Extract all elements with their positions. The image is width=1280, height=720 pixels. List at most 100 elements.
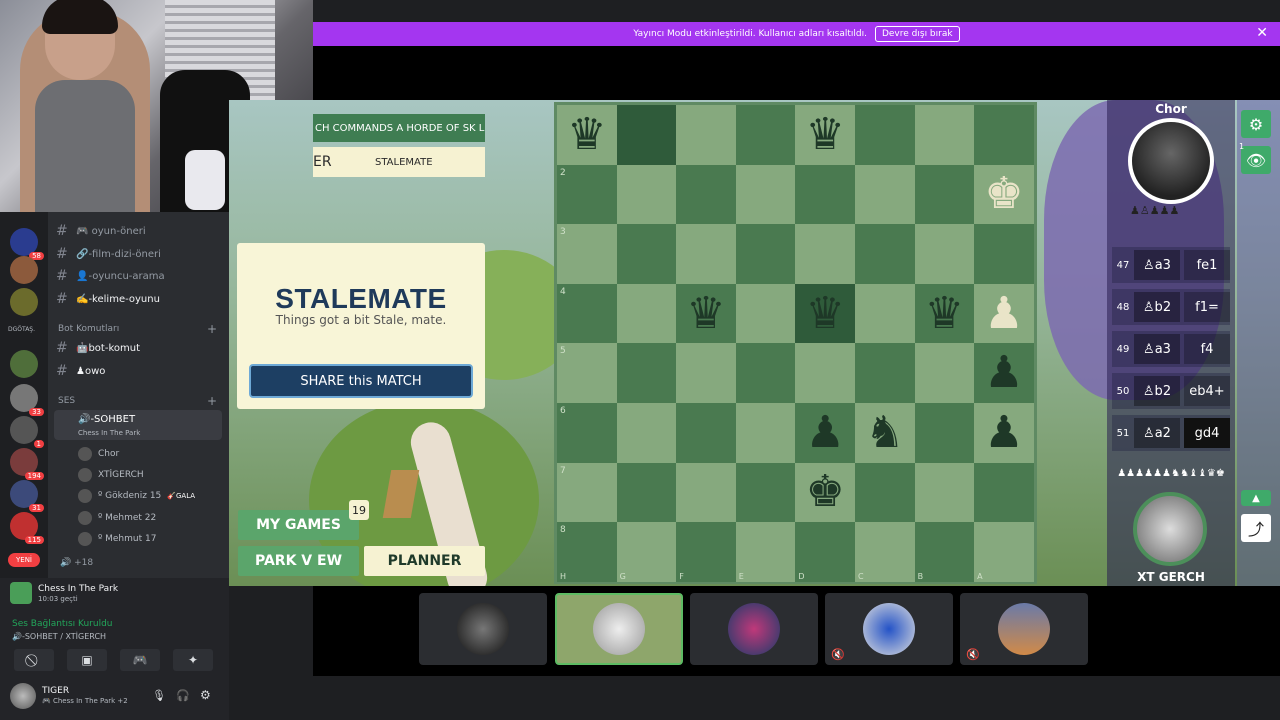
scroll-up-icon[interactable]: ▲ [1241, 490, 1271, 506]
headphones-icon[interactable]: 🎧 [176, 689, 190, 702]
chess-piece[interactable]: ♛ [805, 112, 844, 157]
participant-tile[interactable] [690, 593, 818, 665]
server-icon[interactable] [10, 256, 38, 284]
board-square[interactable] [914, 164, 975, 225]
board-square[interactable]: 5 [557, 343, 617, 403]
microphone-icon[interactable]: 🎙 [152, 689, 166, 702]
park-view-button[interactable]: PARK V EW [238, 546, 359, 576]
user-avatar[interactable] [10, 683, 36, 709]
chess-piece[interactable]: ♟ [984, 291, 1023, 336]
screen-share-icon[interactable]: ▣ [67, 649, 107, 671]
board-square[interactable]: ♟ [974, 343, 1034, 403]
board-square[interactable]: B [914, 522, 975, 582]
chess-piece[interactable]: ♚ [984, 172, 1023, 216]
board-square[interactable] [676, 224, 736, 284]
board-square[interactable] [676, 402, 736, 463]
board-square[interactable]: ♛ [795, 283, 855, 344]
close-icon[interactable]: ✕ [1256, 25, 1268, 41]
connection-status[interactable]: Ses Bağlantısı Kuruldu [12, 619, 112, 629]
board-square[interactable]: D [795, 522, 855, 582]
board-square[interactable]: G [616, 522, 677, 582]
move-row[interactable]: 47 ♙a3 fe1 [1112, 247, 1230, 283]
connected-channel[interactable]: 🔊-SOHBET / XTİGERCH [12, 632, 106, 641]
board-square[interactable]: ♟ [974, 283, 1034, 344]
category-voice[interactable]: SES [58, 396, 75, 406]
more-voice-users[interactable]: 🔊 +18 [60, 558, 93, 568]
board-square[interactable]: ♛ [795, 105, 855, 165]
text-channel[interactable]: # 🤖bot-komut [56, 338, 226, 358]
board-square[interactable]: E [735, 522, 796, 582]
board-square[interactable] [676, 164, 736, 225]
voice-channel-active[interactable]: 🔊-SOHBET Chess In The Park [54, 410, 222, 440]
server-icon[interactable] [10, 288, 38, 316]
gear-icon[interactable]: ⚙ [1241, 110, 1271, 138]
board-square[interactable]: ♞ [854, 402, 915, 463]
board-square[interactable]: C [854, 522, 915, 582]
settings-gear-icon[interactable]: ⚙ [200, 688, 211, 702]
board-square[interactable]: 7 [557, 462, 617, 523]
board-square[interactable] [676, 462, 736, 523]
chess-piece[interactable]: ♛ [567, 112, 606, 157]
board-square[interactable] [854, 105, 915, 165]
chess-piece[interactable]: ♚ [805, 470, 844, 514]
eye-icon[interactable]: 👁 [1241, 146, 1271, 174]
share-icon[interactable]: ⤴ [1241, 514, 1271, 542]
voice-user[interactable]: º Mehmut 17 [78, 530, 156, 548]
new-badge[interactable]: YENİ [8, 553, 40, 567]
board-square[interactable] [616, 462, 677, 523]
server-icon[interactable]: 194 [10, 448, 44, 480]
chess-piece[interactable]: ♛ [925, 291, 964, 336]
board-square[interactable] [974, 105, 1034, 165]
planner-button[interactable]: PLANNER [364, 546, 485, 576]
board-square[interactable] [616, 402, 677, 463]
server-icon[interactable]: 115 [10, 512, 44, 544]
board-square[interactable] [616, 164, 677, 225]
board-square[interactable]: ♟ [974, 402, 1034, 463]
category-bot-commands[interactable]: Bot Komutları [58, 324, 119, 334]
text-channel[interactable]: # ✍️-kelime-oyunu [56, 289, 226, 309]
board-square[interactable]: ♚ [974, 164, 1034, 225]
chess-board[interactable]: ♛ ♛ 2 ♚ 3 4 ♛ ♛ ♛ ♟ 5 ♟ 6 ♟ ♞ ♟ 7 ♚ 8 H G F E D C B A [554, 102, 1037, 584]
participant-tile[interactable]: 🔇 [825, 593, 953, 665]
board-square[interactable] [854, 343, 915, 403]
board-square[interactable]: F [676, 522, 736, 582]
video-off-icon[interactable]: ⃠ [14, 649, 54, 671]
server-icon[interactable]: 58 [10, 228, 44, 260]
chess-piece[interactable]: ♞ [865, 410, 904, 455]
move-row[interactable]: 49 ♙a3 f4 [1112, 331, 1230, 367]
board-square[interactable]: 4 [557, 283, 617, 344]
board-square[interactable] [616, 283, 677, 344]
my-avatar[interactable] [1133, 492, 1207, 566]
board-square[interactable] [735, 224, 796, 284]
chess-piece[interactable]: ♟ [984, 351, 1023, 395]
board-square[interactable] [735, 343, 796, 403]
board-square[interactable]: 2 [557, 164, 617, 225]
board-square[interactable] [735, 164, 796, 225]
add-channel-icon[interactable]: + [207, 394, 217, 408]
board-square[interactable] [676, 105, 736, 165]
board-square[interactable]: ♛ [676, 283, 736, 344]
board-square[interactable]: ♟ [795, 402, 855, 463]
board-square[interactable] [914, 224, 975, 284]
board-square[interactable]: 8H [557, 522, 617, 582]
participant-tile[interactable] [419, 593, 547, 665]
chess-piece[interactable]: ♛ [686, 291, 725, 336]
board-square[interactable] [735, 402, 796, 463]
participant-tile[interactable]: 🔇 [960, 593, 1088, 665]
chess-piece[interactable]: ♛ [805, 291, 844, 336]
participant-tile-active[interactable] [555, 593, 683, 665]
board-square[interactable] [735, 462, 796, 523]
text-channel[interactable]: # ♟owo [56, 361, 226, 381]
voice-user[interactable]: º Gökdeniz 15 🎸GALA [78, 487, 195, 505]
board-square[interactable] [616, 224, 677, 284]
board-square[interactable] [735, 105, 796, 165]
board-square[interactable]: 6 [557, 402, 617, 463]
text-channel[interactable]: # 🎮 oyun-öneri [56, 221, 226, 241]
move-row[interactable]: 48 ♙b2 f1= [1112, 289, 1230, 325]
board-square[interactable] [974, 462, 1034, 523]
share-match-button[interactable]: SHARE this MATCH [249, 364, 473, 398]
board-square[interactable] [914, 105, 975, 165]
move-row[interactable]: 51 ♙a2 gd4 [1112, 415, 1230, 451]
move-row[interactable]: 50 ♙b2 eb4+ [1112, 373, 1230, 409]
board-square[interactable] [854, 164, 915, 225]
